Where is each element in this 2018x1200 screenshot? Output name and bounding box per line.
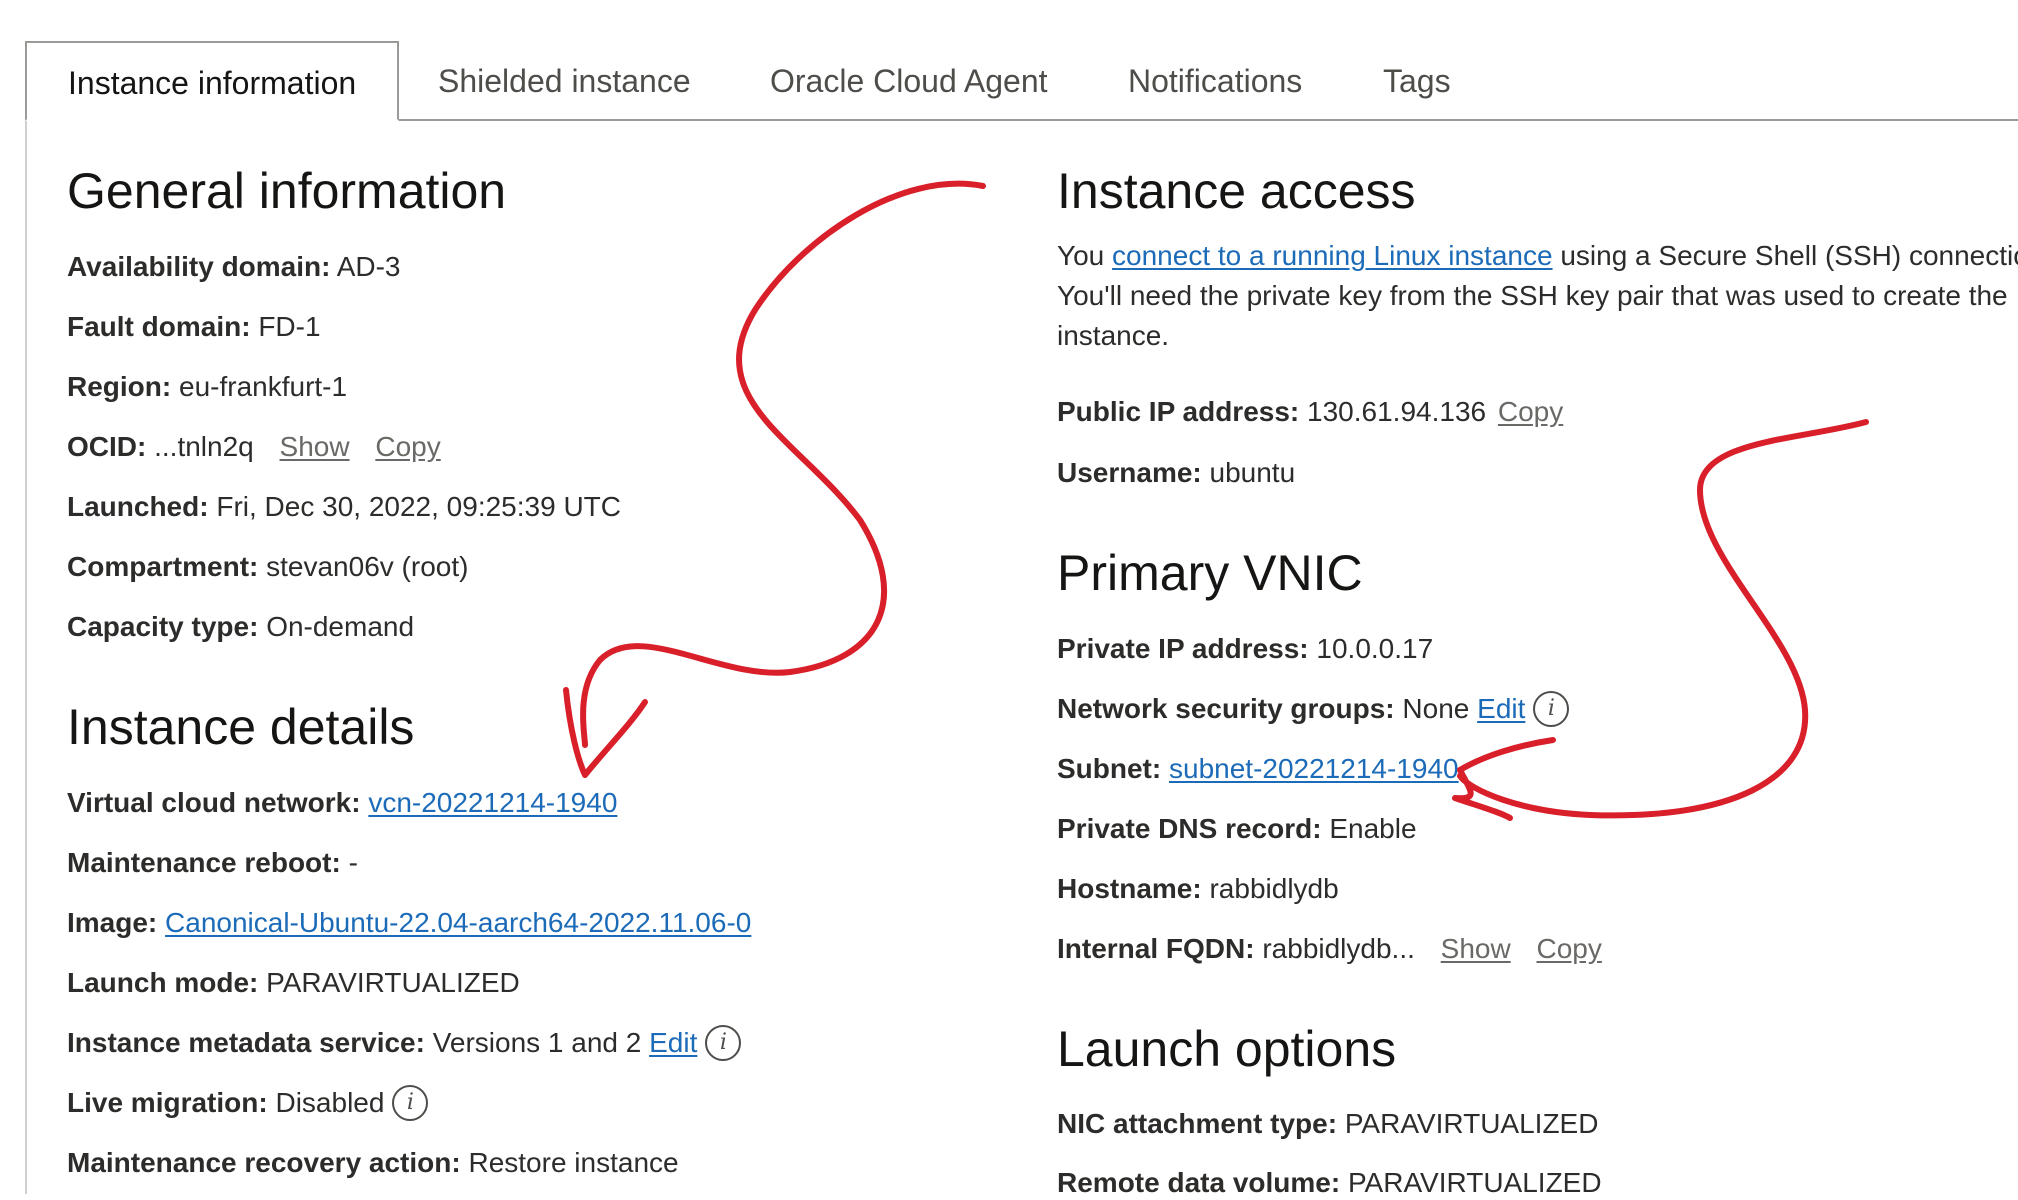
subnet-label: Subnet: [1057,753,1162,784]
ocid-label: OCID: [67,431,147,462]
network-security-groups-label: Network security groups: [1057,693,1395,724]
maintenance-recovery-row: Maintenance recovery action: Restore ins… [67,1146,679,1180]
live-migration-row: Live migration: Disabled i [67,1084,429,1123]
general-information-heading: General information [67,163,507,219]
metadata-service-value: Versions 1 and 2 [432,1027,642,1058]
availability-domain-label: Availability domain: [67,251,331,282]
metadata-service-row: Instance metadata service: Versions 1 an… [67,1024,742,1063]
internal-fqdn-show-link[interactable]: Show [1441,933,1511,964]
metadata-service-edit-link[interactable]: Edit [649,1027,697,1058]
internal-fqdn-value: rabbidlydb... [1262,933,1415,964]
fault-domain-label: Fault domain: [67,311,251,342]
public-ip-copy-link[interactable]: Copy [1498,396,1563,427]
tab-oracle-cloud-agent[interactable]: Oracle Cloud Agent [770,41,1048,121]
ocid-row: OCID: ...tnln2q Show Copy [67,430,441,464]
maintenance-reboot-label: Maintenance reboot: [67,847,341,878]
hostname-value: rabbidlydb [1209,873,1339,904]
launch-mode-label: Launch mode: [67,967,259,998]
maintenance-reboot-row: Maintenance reboot: - [67,846,358,880]
capacity-type-row: Capacity type: On-demand [67,610,414,644]
metadata-service-info-icon[interactable]: i [705,1024,742,1061]
private-dns-value: Enable [1329,813,1417,844]
launch-mode-value: PARAVIRTUALIZED [266,967,520,998]
tab-instance-information[interactable]: Instance information [25,41,400,121]
connect-linux-instance-link[interactable]: connect to a running Linux instance [1112,240,1553,271]
instance-access-description: You connect to a running Linux instance … [1057,236,2018,356]
instance-access-heading: Instance access [1057,163,1416,219]
private-dns-row: Private DNS record: Enable [1057,812,1417,846]
ocid-show-link[interactable]: Show [280,431,350,462]
live-migration-value: Disabled [275,1087,385,1118]
public-ip-row: Public IP address: 130.61.94.136 Copy [1057,395,1563,429]
network-security-groups-row: Network security groups: None Edit i [1057,690,1570,729]
subnet-link[interactable]: subnet-20221214-1940 [1169,753,1459,784]
tab-tags[interactable]: Tags [1383,41,1451,121]
compartment-value: stevan06v (root) [266,551,469,582]
maintenance-reboot-value: - [348,847,358,878]
private-ip-value: 10.0.0.17 [1316,633,1434,664]
vcn-label: Virtual cloud network: [67,787,361,818]
maintenance-recovery-label: Maintenance recovery action: [67,1147,461,1178]
internal-fqdn-row: Internal FQDN: rabbidlydb... Show Copy [1057,932,1602,966]
region-value: eu-frankfurt-1 [179,371,348,402]
image-link[interactable]: Canonical-Ubuntu-22.04-aarch64-2022.11.0… [165,907,751,938]
network-security-groups-value: None [1402,693,1470,724]
internal-fqdn-copy-link[interactable]: Copy [1537,933,1602,964]
region-label: Region: [67,371,172,402]
launched-value: Fri, Dec 30, 2022, 09:25:39 UTC [216,491,621,522]
maintenance-recovery-value: Restore instance [468,1147,679,1178]
hostname-label: Hostname: [1057,873,1202,904]
availability-domain-value: AD-3 [336,251,401,282]
internal-fqdn-label: Internal FQDN: [1057,933,1255,964]
launched-label: Launched: [67,491,209,522]
live-migration-label: Live migration: [67,1087,268,1118]
ocid-copy-link[interactable]: Copy [375,431,440,462]
fault-domain-row: Fault domain: FD-1 [67,310,321,344]
hostname-row: Hostname: rabbidlydb [1057,872,1339,906]
tab-bar: Instance information Shielded instance O… [25,41,2018,121]
fault-domain-value: FD-1 [258,311,321,342]
remote-data-volume-row: Remote data volume: PARAVIRTUALIZED [1057,1166,1602,1200]
username-value: ubuntu [1209,457,1296,488]
nic-attachment-row: NIC attachment type: PARAVIRTUALIZED [1057,1107,1598,1141]
compartment-row: Compartment: stevan06v (root) [67,550,468,584]
launch-options-heading: Launch options [1057,1021,1397,1077]
public-ip-label: Public IP address: [1057,396,1300,427]
launched-row: Launched: Fri, Dec 30, 2022, 09:25:39 UT… [67,490,621,524]
subnet-row: Subnet: subnet-20221214-1940 [1057,752,1459,786]
launch-mode-row: Launch mode: PARAVIRTUALIZED [67,966,520,1000]
image-label: Image: [67,907,158,938]
tab-notifications[interactable]: Notifications [1128,41,1302,121]
vcn-row: Virtual cloud network: vcn-20221214-1940 [67,786,617,820]
private-ip-label: Private IP address: [1057,633,1309,664]
vcn-link[interactable]: vcn-20221214-1940 [368,787,617,818]
capacity-type-label: Capacity type: [67,611,259,642]
tab-shielded-instance[interactable]: Shielded instance [438,41,691,121]
access-intro-text: You [1057,240,1113,271]
private-ip-row: Private IP address: 10.0.0.17 [1057,632,1433,666]
nic-attachment-label: NIC attachment type: [1057,1108,1338,1139]
remote-data-volume-label: Remote data volume: [1057,1167,1341,1198]
username-row: Username: ubuntu [1057,456,1295,490]
metadata-service-label: Instance metadata service: [67,1027,425,1058]
remote-data-volume-value: PARAVIRTUALIZED [1347,1167,1602,1198]
instance-details-heading: Instance details [67,699,415,755]
image-row: Image: Canonical-Ubuntu-22.04-aarch64-20… [67,906,751,940]
nic-attachment-value: PARAVIRTUALIZED [1344,1108,1599,1139]
ocid-value: ...tnln2q [154,431,254,462]
compartment-label: Compartment: [67,551,259,582]
network-security-groups-edit-link[interactable]: Edit [1477,693,1525,724]
network-security-groups-info-icon[interactable]: i [1533,690,1570,727]
public-ip-value: 130.61.94.136 [1307,396,1487,427]
private-dns-label: Private DNS record: [1057,813,1322,844]
capacity-type-value: On-demand [266,611,415,642]
live-migration-info-icon[interactable]: i [392,1084,429,1121]
availability-domain-row: Availability domain: AD-3 [67,250,401,284]
username-label: Username: [1057,457,1202,488]
primary-vnic-heading: Primary VNIC [1057,545,1363,601]
region-row: Region: eu-frankfurt-1 [67,370,347,404]
